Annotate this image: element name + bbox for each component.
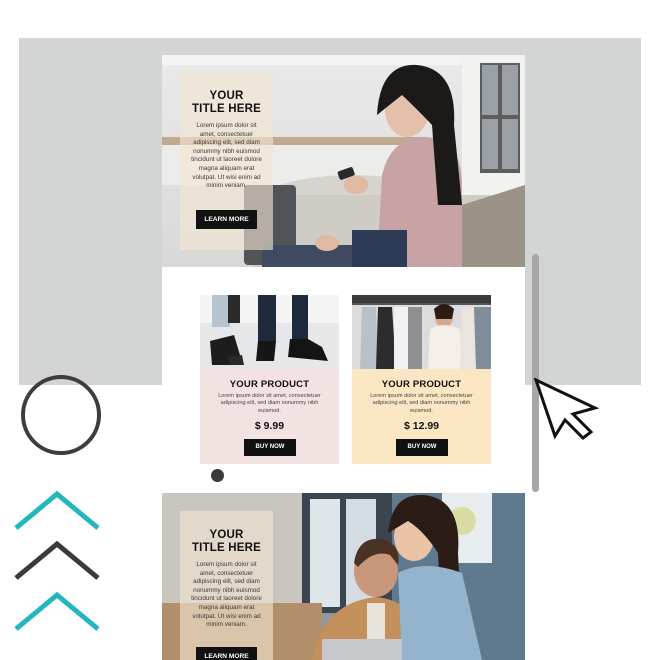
product-card-1: YOUR PRODUCT Lorem ipsum dolor sit amet,… [200, 295, 339, 464]
circle-outline-icon [21, 375, 101, 455]
hero-title-line2: TITLE HERE [191, 102, 262, 115]
hero-title-line1: YOUR [209, 529, 244, 541]
hero-title-line2: TITLE HERE [191, 541, 262, 554]
hero-banner-bottom: YOUR TITLE HERE Lorem ipsum dolor sit am… [162, 493, 525, 660]
email-template-page: YOUR TITLE HERE Lorem ipsum dolor sit am… [162, 55, 525, 660]
chevron-up-icon [14, 591, 100, 631]
chevron-up-icon [14, 490, 100, 530]
hero-body-text: Lorem ipsum dolor sit amet, consectetuer… [191, 122, 262, 190]
product-photo-clothing-rack [352, 295, 491, 369]
buy-now-button[interactable]: BUY NOW [244, 439, 296, 456]
hero-title-line1: YOUR [209, 90, 244, 102]
chevron-up-icon [14, 540, 100, 580]
learn-more-button[interactable]: LEARN MORE [196, 210, 257, 229]
scrollbar[interactable] [532, 254, 539, 492]
product-card-2: YOUR PRODUCT Lorem ipsum dolor sit amet,… [352, 295, 491, 464]
product-price: $ 12.99 [403, 420, 440, 432]
hero-title: YOUR TITLE HERE [180, 529, 273, 554]
hero-body-text: Lorem ipsum dolor sit amet, consectetuer… [191, 561, 262, 629]
dot-indicator [211, 469, 224, 482]
hero-text-panel: YOUR TITLE HERE Lorem ipsum dolor sit am… [180, 72, 273, 250]
mouse-cursor-icon [533, 378, 600, 440]
hero-text-panel: YOUR TITLE HERE Lorem ipsum dolor sit am… [180, 511, 273, 660]
hero-banner-top: YOUR TITLE HERE Lorem ipsum dolor sit am… [162, 55, 525, 267]
learn-more-button[interactable]: LEARN MORE [196, 647, 257, 660]
buy-now-button[interactable]: BUY NOW [396, 439, 448, 456]
product-title: YOUR PRODUCT [229, 379, 310, 390]
product-description: Lorem ipsum dolor sit amet, consectetuer… [370, 393, 473, 414]
product-description: Lorem ipsum dolor sit amet, consectetuer… [218, 393, 321, 414]
chevron-stack [14, 490, 100, 631]
hero-title: YOUR TITLE HERE [180, 90, 273, 115]
product-photo-boots [200, 295, 339, 369]
product-price: $ 9.99 [254, 420, 285, 432]
product-title: YOUR PRODUCT [381, 379, 462, 390]
